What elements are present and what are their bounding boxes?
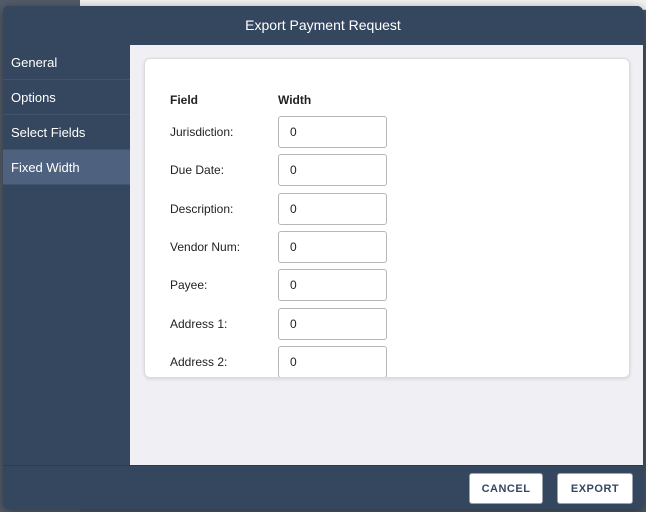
description-width-input[interactable] — [278, 193, 387, 225]
field-row-address-2: Address 2: — [170, 346, 410, 377]
dialog-footer: CANCEL EXPORT — [3, 465, 643, 509]
cancel-button[interactable]: CANCEL — [469, 473, 543, 504]
dialog-title: Export Payment Request — [3, 6, 643, 44]
field-label: Jurisdiction: — [170, 125, 234, 139]
field-label: Address 2: — [170, 355, 228, 369]
sidebar-item-general[interactable]: General — [3, 45, 130, 80]
sidebar-item-label: Fixed Width — [11, 159, 80, 175]
export-payment-request-dialog: Export Payment Request General Options S… — [3, 6, 643, 509]
fixed-width-card: Field Width Jurisdiction: Due Date: Desc… — [144, 58, 630, 378]
jurisdiction-width-input[interactable] — [278, 116, 387, 148]
field-row-address-1: Address 1: — [170, 308, 410, 340]
sidebar-item-label: Options — [11, 89, 56, 105]
address-1-width-input[interactable] — [278, 308, 387, 340]
dialog-sidebar: General Options Select Fields Fixed Widt… — [3, 45, 130, 465]
export-button[interactable]: EXPORT — [557, 473, 633, 504]
due-date-width-input[interactable] — [278, 154, 387, 186]
sidebar-item-select-fields[interactable]: Select Fields — [3, 115, 130, 150]
field-row-due-date: Due Date: — [170, 154, 410, 186]
field-label: Due Date: — [170, 163, 225, 177]
vendor-num-width-input[interactable] — [278, 231, 387, 263]
dialog-content: Field Width Jurisdiction: Due Date: Desc… — [130, 45, 643, 465]
field-label: Address 1: — [170, 317, 228, 331]
field-row-description: Description: — [170, 193, 410, 225]
field-row-jurisdiction: Jurisdiction: — [170, 116, 410, 148]
field-label: Payee: — [170, 278, 208, 292]
sidebar-item-options[interactable]: Options — [3, 80, 130, 115]
field-row-vendor-num: Vendor Num: — [170, 231, 410, 263]
sidebar-item-label: General — [11, 54, 58, 70]
width-column-header: Width — [278, 93, 312, 107]
sidebar-item-label: Select Fields — [11, 124, 86, 140]
field-label: Vendor Num: — [170, 240, 241, 254]
payee-width-input[interactable] — [278, 269, 387, 301]
address-2-width-input[interactable] — [278, 346, 387, 377]
field-column-header: Field — [170, 93, 199, 107]
field-label: Description: — [170, 202, 234, 216]
field-row-payee: Payee: — [170, 269, 410, 301]
sidebar-item-fixed-width[interactable]: Fixed Width — [3, 150, 130, 185]
